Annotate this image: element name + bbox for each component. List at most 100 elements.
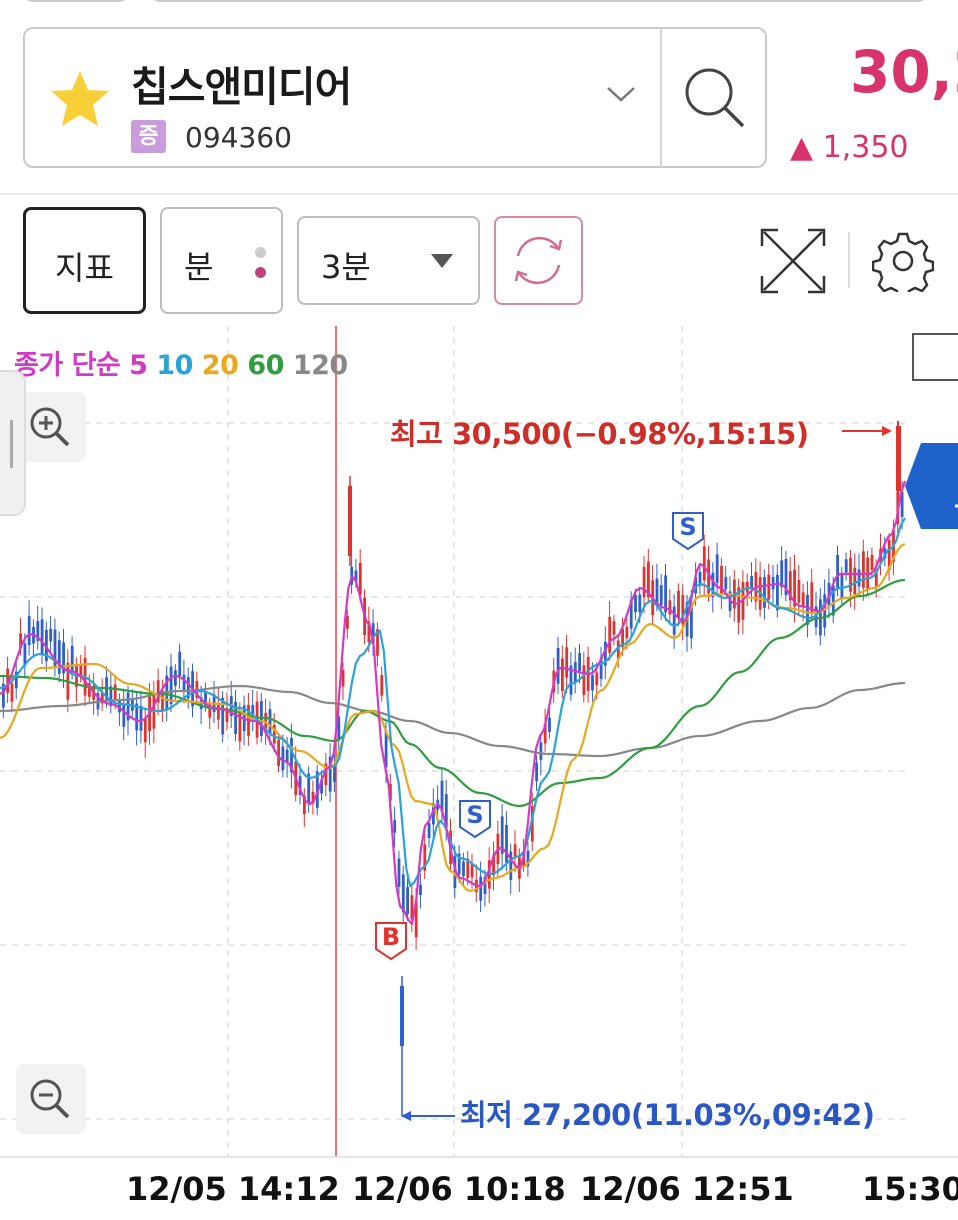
moving-averages [0, 480, 907, 926]
favorite-star-icon[interactable] [49, 69, 111, 129]
candle-body [561, 658, 564, 692]
app-root: 칩스앤미디어 증 094360 30,2 ▲ 1,350 지표 분 3분 [0, 0, 958, 1220]
candle-body [801, 592, 805, 607]
candle-body [862, 551, 865, 588]
stock-selector[interactable]: 칩스앤미디어 증 094360 [23, 27, 767, 168]
candle-body [427, 823, 431, 838]
candle-body [40, 619, 44, 655]
ma-legend: 종가 단순 5 10 20 60 120 [14, 343, 348, 382]
candle-body [401, 874, 405, 913]
candle-body [346, 615, 349, 629]
more-dot-icon [255, 247, 266, 258]
candle-body [57, 640, 61, 674]
candle-body [505, 825, 508, 863]
candle-body [281, 746, 285, 771]
candle-body [122, 704, 126, 727]
refresh-button[interactable] [494, 216, 583, 305]
ma5-line [0, 480, 907, 926]
candle-body [182, 674, 186, 692]
candle-body [178, 651, 182, 677]
search-icon [685, 68, 745, 128]
candle-body [659, 585, 663, 605]
candle-body [771, 577, 775, 590]
marker-letter: S [679, 513, 696, 541]
candle-body [763, 576, 766, 608]
stock-code: 094360 [185, 121, 292, 154]
candle-body [277, 739, 280, 767]
minute-label: 분 [184, 248, 214, 286]
candle-body [169, 666, 173, 705]
candle-body [143, 718, 147, 743]
side-drawer-handle[interactable] [0, 370, 26, 516]
candle-body [565, 647, 569, 678]
caret-down-icon [431, 254, 453, 268]
legend-ma10: 10 [156, 350, 193, 381]
candles [2, 421, 904, 1116]
candle-body [672, 606, 676, 635]
current-price: 30,2 [850, 38, 958, 106]
candle-body [612, 621, 616, 635]
hi-lo-arrows [401, 426, 892, 1121]
ma60-line [0, 578, 906, 808]
legend-ma20: 20 [201, 350, 239, 381]
time-tick: 12/05 14:12 [126, 1170, 340, 1208]
sell-marker: S [459, 800, 491, 839]
candle-body [853, 567, 857, 595]
right-panel-stub[interactable] [912, 333, 958, 381]
candle-body [870, 554, 874, 570]
top-stub-right[interactable] [150, 0, 928, 2]
buy-marker: B [375, 922, 407, 961]
zoom-in-button[interactable] [16, 392, 86, 462]
zoom-out-button[interactable] [16, 1064, 86, 1134]
candle-body [139, 705, 143, 731]
chevron-down-icon[interactable] [605, 84, 637, 104]
candle-body [608, 616, 612, 653]
candle-body [896, 426, 901, 491]
candle-body [578, 652, 581, 672]
candle-body [591, 675, 594, 691]
candle-body [844, 559, 848, 573]
candle-body [217, 703, 220, 720]
candle-body [780, 560, 784, 588]
ma10-line [0, 517, 906, 888]
candle-body [857, 569, 861, 587]
candle-body [462, 861, 465, 877]
candle-body [582, 665, 586, 696]
gear-icon[interactable] [872, 230, 934, 292]
candle-body [668, 600, 672, 615]
candle-body [556, 647, 560, 684]
candle-body [840, 573, 844, 599]
candle-body [625, 626, 629, 639]
sell-marker: S [672, 512, 704, 551]
candle-body [548, 717, 551, 732]
interval-select[interactable]: 3분 [297, 216, 480, 305]
marker-letter: B [382, 923, 400, 951]
top-stub-left[interactable] [23, 0, 129, 2]
candle-body [70, 645, 74, 672]
candle-body [285, 749, 289, 763]
legend-ma60: 60 [247, 350, 284, 381]
candle-body [400, 986, 404, 1046]
minute-button[interactable]: 분 [160, 207, 283, 314]
search-button[interactable] [662, 29, 766, 166]
candle-body [642, 566, 646, 598]
candle-body [806, 594, 809, 625]
candle-body [595, 672, 599, 686]
candle-body [539, 742, 543, 760]
candle-body [634, 595, 637, 613]
marker-letter: S [466, 801, 483, 829]
indicator-label: 지표 [55, 249, 114, 287]
divider [848, 232, 850, 288]
candle-body [393, 820, 397, 833]
indicator-button[interactable]: 지표 [23, 207, 146, 314]
candle-body [767, 574, 771, 600]
candle-body [715, 554, 719, 583]
candle-body [724, 577, 728, 590]
candle-body [268, 709, 272, 735]
candle-body [10, 683, 14, 702]
high-annotation: 최고 30,500(−0.98%,15:15) [390, 417, 809, 451]
candle-body [479, 876, 483, 901]
fullscreen-icon[interactable] [760, 228, 826, 294]
candle-body [702, 546, 706, 581]
price-change: ▲ 1,350 [790, 130, 909, 165]
